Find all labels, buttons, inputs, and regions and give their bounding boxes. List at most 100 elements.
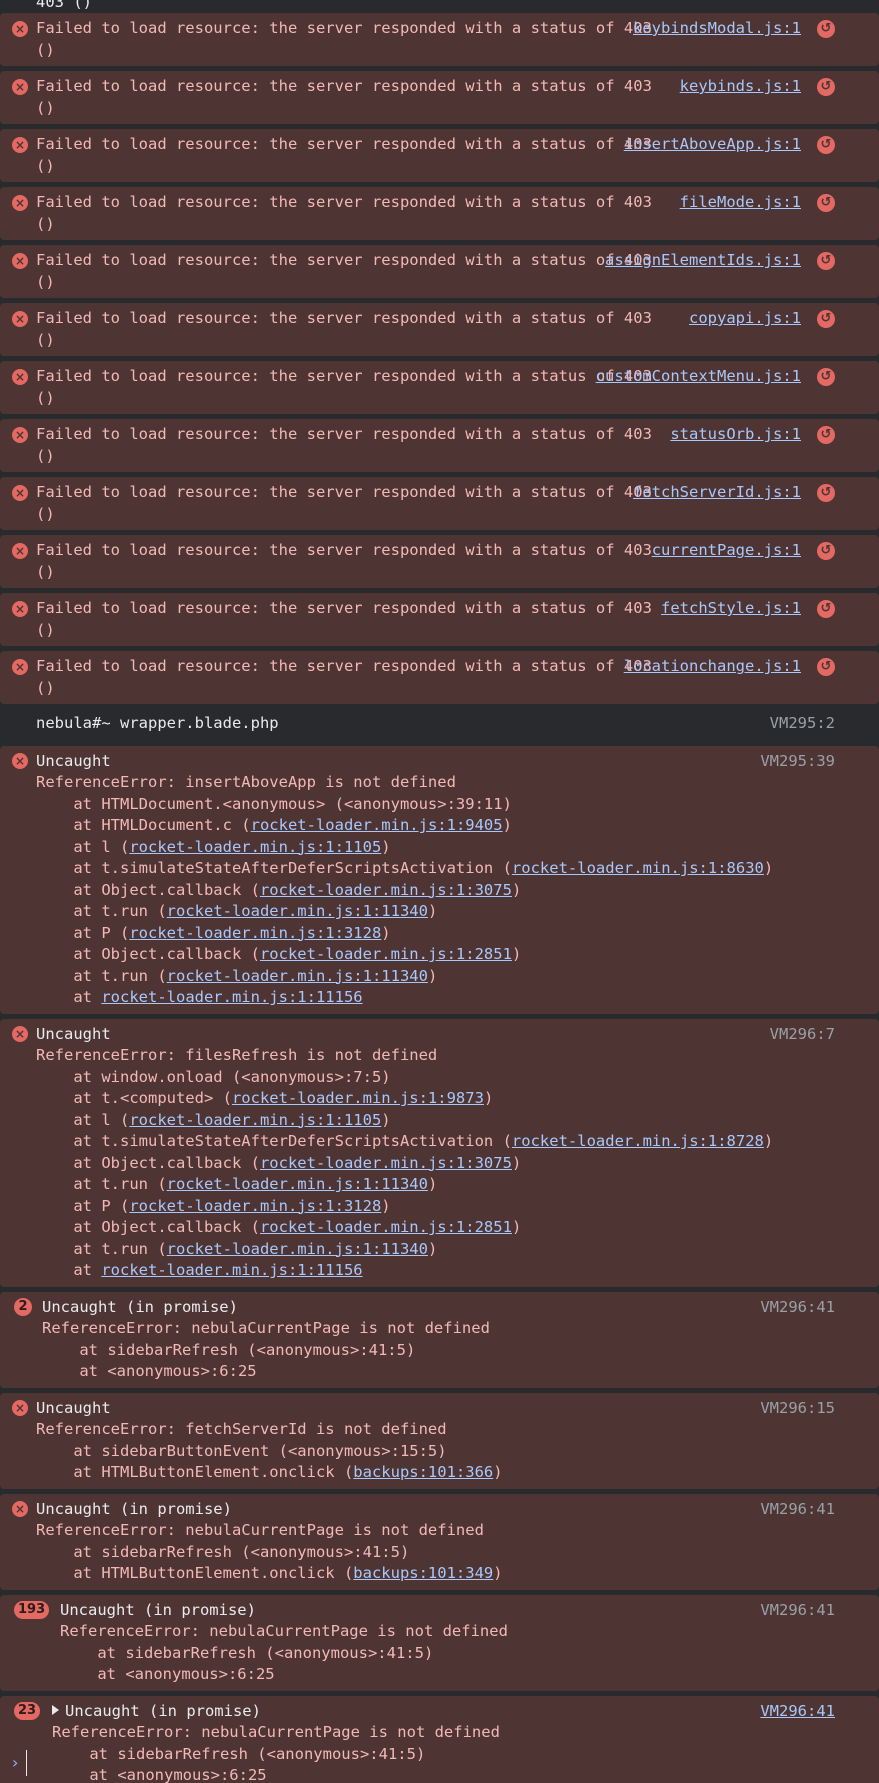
stack-frame-link[interactable]: rocket-loader.min.js:1:11156 [101, 1261, 362, 1279]
prompt-chevron-icon: › [12, 1753, 19, 1773]
error-source-link[interactable]: copyapi.js:1 [689, 308, 801, 330]
error-source-link[interactable]: customContextMenu.js:1 [596, 366, 801, 388]
stack-frame-link[interactable]: rocket-loader.min.js:1:8728 [512, 1132, 764, 1150]
stack-frame-link[interactable]: rocket-loader.min.js:1:1105 [129, 1111, 381, 1129]
error-source[interactable]: VM296:41 [760, 1701, 835, 1723]
stack-frame-suffix: ) [493, 1463, 503, 1481]
console-prompt[interactable]: › [0, 1743, 879, 1783]
error-source-link[interactable]: fileMode.js:1 [680, 192, 801, 214]
error-source-link[interactable]: keybindsModal.js:1 [633, 18, 801, 40]
reload-icon[interactable]: ↺ [817, 78, 835, 96]
error-text: Failed to load resource: the server resp… [36, 193, 662, 233]
error-icon: × [12, 137, 28, 153]
error-source-link[interactable]: assignElementIds.js:1 [605, 250, 801, 272]
error-title-text: Uncaught (in promise) [60, 1600, 256, 1619]
error-source[interactable]: VM296:41 [760, 1499, 835, 1521]
stack-frame: at HTMLButtonElement.onclick (backups:10… [36, 1462, 859, 1484]
reload-icon[interactable]: ↺ [817, 426, 835, 444]
stack-frame-text: at l ( [36, 837, 130, 856]
error-title: Uncaught [36, 1398, 859, 1420]
error-text: Failed to load resource: the server resp… [36, 309, 662, 349]
error-text: Failed to load resource: the server resp… [36, 541, 662, 581]
stack-frame-suffix: ) [427, 1239, 438, 1258]
reload-icon[interactable]: ↺ [817, 484, 835, 502]
stack-frame: at l (rocket-loader.min.js:1:1105) [36, 837, 859, 859]
reload-icon[interactable]: ↺ [817, 368, 835, 386]
stack-frame: at t.run (rocket-loader.min.js:1:11340) [36, 901, 859, 923]
stack-frame-link[interactable]: rocket-loader.min.js:1:11340 [167, 967, 428, 985]
error-source-link[interactable]: locationchange.js:1 [624, 656, 801, 678]
error-message: × Failed to load resource: the server res… [0, 303, 879, 356]
stack-frame-text: at sidebarRefresh (<anonymous>:41:5) [42, 1340, 416, 1359]
stack-frame-suffix: ) [427, 902, 438, 920]
error-icon: × [12, 369, 28, 385]
log-text: nebula#~ wrapper.blade.php [36, 714, 279, 732]
stack-frame-suffix: ) [381, 923, 391, 942]
error-message-text: ReferenceError: nebulaCurrentPage is not… [60, 1622, 508, 1640]
error-message: × Failed to load resource: the server res… [0, 651, 879, 704]
reload-icon[interactable]: ↺ [817, 310, 835, 328]
error-icon: × [12, 21, 28, 37]
stack-frame-link[interactable]: rocket-loader.min.js:1:3128 [129, 924, 381, 942]
error-source[interactable]: VM296:7 [770, 1024, 835, 1046]
error-message-text: ReferenceError: insertAboveApp is not de… [36, 773, 456, 791]
reload-icon[interactable]: ↺ [817, 20, 835, 38]
error-source-link[interactable]: currentPage.js:1 [652, 540, 801, 562]
stack-frame-text: at [36, 988, 102, 1006]
stack-frame-link[interactable]: backups:101:349 [353, 1564, 493, 1582]
expand-triangle-icon[interactable] [52, 1704, 59, 1715]
error-source-link[interactable]: keybinds.js:1 [680, 76, 801, 98]
stack-frame: at window.onload (<anonymous>:7:5) [36, 1067, 859, 1089]
error-text: Failed to load resource: the server resp… [36, 483, 662, 523]
reload-icon[interactable]: ↺ [817, 252, 835, 270]
stack-frame-link[interactable]: rocket-loader.min.js:1:11340 [167, 1240, 428, 1258]
error-title: Uncaught [36, 1024, 859, 1046]
stack-frame-link[interactable]: rocket-loader.min.js:1:11340 [167, 1175, 428, 1193]
stack-frame-text: at sidebarButtonEvent (<anonymous>:15:5) [36, 1441, 447, 1460]
stack-frame-link[interactable]: rocket-loader.min.js:1:8630 [512, 859, 764, 877]
stack-frame-text: at <anonymous>:6:25 [60, 1665, 275, 1683]
stack-frame-link[interactable]: rocket-loader.min.js:1:9405 [251, 816, 503, 834]
stack-frame-text: at sidebarRefresh (<anonymous>:41:5) [60, 1643, 434, 1662]
stack-frame-text: at t.<computed> ( [36, 1089, 232, 1107]
error-icon: × [12, 601, 28, 617]
stack-frame: at P (rocket-loader.min.js:1:3128) [36, 1196, 859, 1218]
uncaught-error: 193 Uncaught (in promise) VM296:41 Referenc… [0, 1594, 879, 1691]
stack-frame-link[interactable]: rocket-loader.min.js:1:3128 [129, 1197, 381, 1215]
stack-frame: at t.simulateStateAfterDeferScriptsActiv… [36, 1131, 859, 1153]
stack-frame-link[interactable]: rocket-loader.min.js:1:11340 [167, 902, 428, 920]
log-source[interactable]: VM295:2 [770, 713, 835, 735]
stack-frame-link[interactable]: rocket-loader.min.js:1:2851 [260, 1218, 512, 1236]
reload-icon[interactable]: ↺ [817, 542, 835, 560]
error-text: Failed to load resource: the server resp… [36, 19, 662, 59]
reload-icon[interactable]: ↺ [817, 136, 835, 154]
error-message: × Failed to load resource: the server res… [0, 361, 879, 414]
error-source[interactable]: VM295:39 [760, 751, 835, 773]
devtools-console: 403 () × Failed to load resource: the ser… [0, 0, 879, 1783]
error-icon: × [12, 195, 28, 211]
error-source-link[interactable]: fetchStyle.js:1 [661, 598, 801, 620]
error-source[interactable]: VM296:15 [760, 1398, 835, 1420]
reload-icon[interactable]: ↺ [817, 600, 835, 618]
stack-frame-link[interactable]: rocket-loader.min.js:1:3075 [260, 1154, 512, 1172]
stack-frame-link[interactable]: rocket-loader.min.js:1:9873 [232, 1089, 484, 1107]
console-input[interactable] [26, 1750, 879, 1776]
stack-frame-link[interactable]: backups:101:366 [353, 1463, 493, 1481]
stack-frame-text: at HTMLDocument.<anonymous> (<anonymous>… [36, 794, 512, 813]
error-source-link[interactable]: fetchServerId.js:1 [633, 482, 801, 504]
error-source-link[interactable]: insertAboveApp.js:1 [624, 134, 801, 156]
stack-frame-text: at P ( [36, 923, 130, 942]
stack-frame-link[interactable]: rocket-loader.min.js:1:2851 [260, 945, 512, 963]
error-message: × Failed to load resource: the server res… [0, 477, 879, 530]
stack-frame-link[interactable]: rocket-loader.min.js:1:3075 [260, 881, 512, 899]
error-text: Failed to load resource: the server resp… [36, 599, 662, 639]
error-source[interactable]: VM296:41 [760, 1600, 835, 1622]
reload-icon[interactable]: ↺ [817, 194, 835, 212]
stack-frame-link[interactable]: rocket-loader.min.js:1:1105 [129, 838, 381, 856]
error-title[interactable]: Uncaught (in promise) [52, 1701, 859, 1723]
stack-frame-link[interactable]: rocket-loader.min.js:1:11156 [101, 988, 362, 1006]
error-text: Failed to load resource: the server resp… [36, 367, 662, 407]
error-source-link[interactable]: statusOrb.js:1 [670, 424, 801, 446]
reload-icon[interactable]: ↺ [817, 658, 835, 676]
error-source[interactable]: VM296:41 [760, 1297, 835, 1319]
